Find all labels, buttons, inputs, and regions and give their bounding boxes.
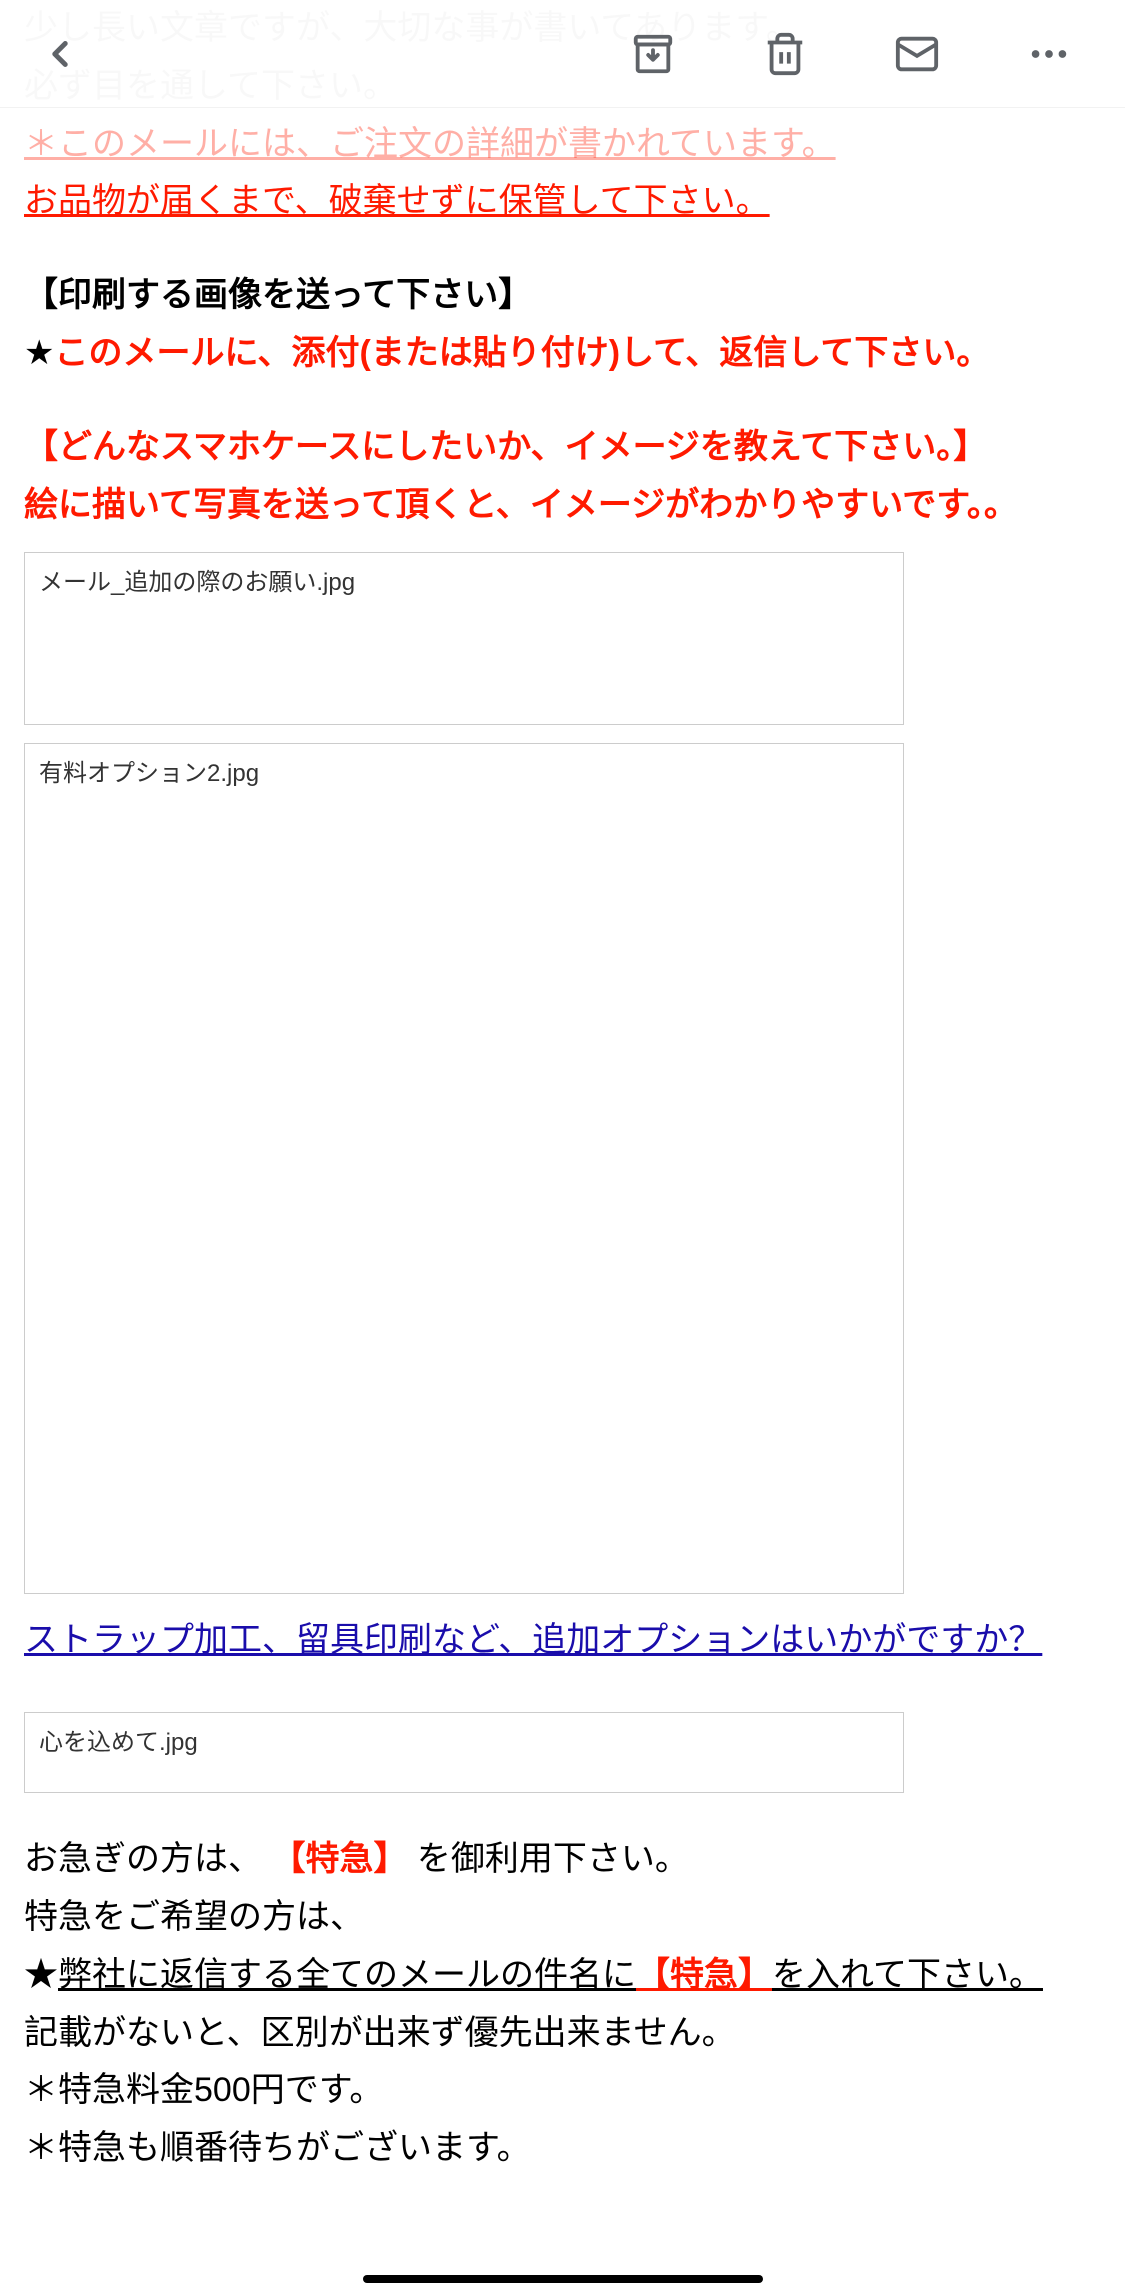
express-line-2: 特急をご希望の方は、 <box>24 1889 1101 1947</box>
section-image-text: 絵に描いて写真を送って頂くと、イメージがわかりやすいです。。 <box>24 477 1101 535</box>
warning-text-2: お品物が届くまで、破棄せずに保管して下さい。 <box>24 182 770 220</box>
express-line-6: ＊特急も順番待ちがございます。 <box>24 2120 1101 2178</box>
express-line-4: 記載がないと、区別が出来ず優先出来ません。 <box>24 2005 1101 2063</box>
mark-unread-button[interactable] <box>887 24 947 84</box>
section-print-text: このメールに、添付(または貼り付け)して、返信して下さい。 <box>54 334 990 372</box>
toolbar-actions <box>623 24 1095 84</box>
archive-button[interactable] <box>623 24 683 84</box>
home-indicator[interactable] <box>363 2275 763 2283</box>
express-line-3: ★弊社に返信する全てのメールの件名に【特急】を入れて下さい。 <box>24 1947 1101 2005</box>
star-bullet: ★ <box>24 334 54 372</box>
section-print-title: 【印刷する画像を送って下さい】 <box>24 267 1101 325</box>
back-button[interactable] <box>30 24 90 84</box>
warning-text-1: ＊このメールには、ご注文の詳細が書かれています。 <box>24 125 836 163</box>
archive-icon <box>630 31 676 77</box>
express-line-5: ＊特急料金500円です。 <box>24 2062 1101 2120</box>
express-line-1: お急ぎの方は、 【特急】 を御利用下さい。 <box>24 1831 1101 1889</box>
options-link[interactable]: ストラップ加工、留具印刷など、追加オプションはいかがですか？ <box>24 1621 1042 1659</box>
attachment-1[interactable]: メール_追加の際のお願い.jpg <box>24 552 904 725</box>
attachment-1-filename: メール_追加の際のお願い.jpg <box>39 569 355 596</box>
attachment-3[interactable]: 心を込めて.jpg <box>24 1712 904 1793</box>
more-button[interactable] <box>1019 24 1079 84</box>
chevron-left-icon <box>39 33 81 75</box>
more-horizontal-icon <box>1026 31 1072 77</box>
topbar <box>0 0 1125 108</box>
email-body: 少し長い文章ですが、大切な事が書いてあります。 必ず目を通して下さい。 ＊このメ… <box>0 0 1125 2178</box>
attachment-3-filename: 心を込めて.jpg <box>39 1729 198 1756</box>
trash-icon <box>762 31 808 77</box>
mail-icon <box>894 31 940 77</box>
attachment-2-filename: 有料オプション2.jpg <box>39 760 259 787</box>
delete-button[interactable] <box>755 24 815 84</box>
section-image-title: 【どんなスマホケースにしたいか、イメージを教えて下さい。】 <box>24 419 1101 477</box>
attachment-2[interactable]: 有料オプション2.jpg <box>24 743 904 1594</box>
